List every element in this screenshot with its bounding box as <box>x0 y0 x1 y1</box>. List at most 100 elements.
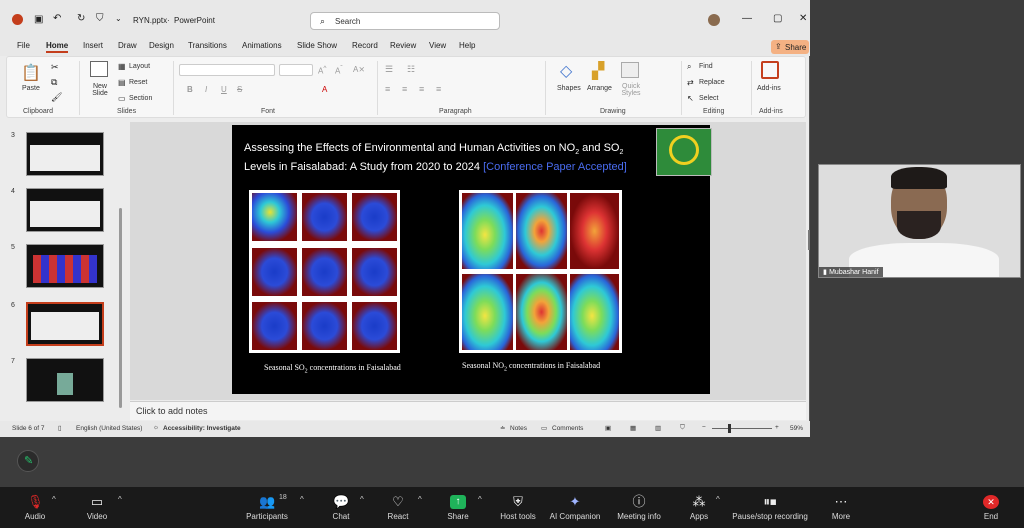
font-size-field[interactable] <box>279 64 313 76</box>
slideshow-icon[interactable]: ⛉ <box>96 13 104 24</box>
slideshow-view-icon[interactable]: ⛉ <box>680 424 685 432</box>
undo-icon[interactable]: ↶ <box>53 13 61 24</box>
notes-pane[interactable]: Click to add notes <box>130 401 806 420</box>
strikethrough-icon[interactable]: S <box>237 85 242 94</box>
audio-button[interactable]: 🎙 Audio <box>0 487 70 528</box>
slide-thumbnail-4[interactable] <box>26 188 104 232</box>
close-icon[interactable]: ✕ <box>799 13 807 24</box>
video-options-icon[interactable]: ^ <box>118 495 122 504</box>
align-left-icon[interactable]: ≡ <box>385 84 390 94</box>
slide-thumbnail-3[interactable] <box>26 132 104 176</box>
restore-icon[interactable]: ▢ <box>773 13 782 24</box>
tab-home[interactable]: Home <box>46 41 69 53</box>
tab-transitions[interactable]: Transitions <box>188 41 227 50</box>
end-button[interactable]: ✕ End <box>956 487 1024 528</box>
notes-button[interactable]: Notes <box>510 425 527 432</box>
bold-icon[interactable]: B <box>187 85 193 94</box>
clear-format-icon[interactable]: A⨯ <box>353 65 365 74</box>
addins-icon[interactable] <box>761 61 779 79</box>
participants-button[interactable]: 👥 Participants <box>232 487 302 528</box>
video-button[interactable]: ▭ Video <box>62 487 132 528</box>
justify-icon[interactable]: ≡ <box>436 84 441 94</box>
layout-button[interactable]: Layout <box>129 63 150 70</box>
react-options-icon[interactable]: ^ <box>418 495 422 504</box>
tab-record[interactable]: Record <box>352 41 378 50</box>
new-slide-icon[interactable] <box>90 61 108 77</box>
language[interactable]: English (United States) <box>76 425 142 432</box>
minimize-icon[interactable]: — <box>742 13 752 24</box>
underline-icon[interactable]: U <box>221 85 227 94</box>
font-name-field[interactable] <box>179 64 275 76</box>
slide-thumbnail-6[interactable] <box>26 302 104 346</box>
italic-icon[interactable]: I <box>205 85 207 94</box>
accessibility-status[interactable]: Accessibility: Investigate <box>163 425 241 432</box>
tab-file[interactable]: File <box>17 41 30 50</box>
more-button[interactable]: ⋯ More <box>806 487 876 528</box>
shrink-font-icon[interactable]: Aˇ <box>335 65 343 76</box>
reset-button[interactable]: Reset <box>129 79 147 86</box>
quick-styles-icon[interactable] <box>621 62 639 78</box>
tab-help[interactable]: Help <box>459 41 475 50</box>
replace-button[interactable]: Replace <box>699 79 725 86</box>
tab-design[interactable]: Design <box>149 41 174 50</box>
slide-thumbnail-7[interactable] <box>26 358 104 402</box>
share-button[interactable]: ⇪ Share <box>771 40 809 54</box>
find-button[interactable]: Find <box>699 63 713 70</box>
stage-scrollbar[interactable] <box>808 230 810 250</box>
font-color-icon[interactable]: A <box>322 85 327 94</box>
save-icon[interactable]: ▣ <box>34 14 43 25</box>
paste-button[interactable]: Paste <box>22 85 40 92</box>
current-slide[interactable]: Assessing the Effects of Environmental a… <box>232 125 712 394</box>
section-button[interactable]: Section <box>129 95 152 102</box>
ai-companion-button[interactable]: ✦ AI Companion <box>540 487 610 528</box>
search-box[interactable]: ⌕ Search <box>310 12 500 30</box>
tab-view[interactable]: View <box>429 41 446 50</box>
tab-insert[interactable]: Insert <box>83 41 103 50</box>
apps-options-icon[interactable]: ^ <box>716 495 720 504</box>
slide-sorter-icon[interactable]: ▦ <box>630 424 636 432</box>
cut-icon[interactable]: ✂ <box>51 62 59 73</box>
tab-draw[interactable]: Draw <box>118 41 137 50</box>
tab-animations[interactable]: Animations <box>242 41 282 50</box>
copy-icon[interactable]: ⧉ <box>51 77 57 88</box>
share-screen-icon: ↑ <box>450 495 466 509</box>
zoom-in-icon[interactable]: + <box>775 424 779 431</box>
customize-icon[interactable]: ⌄ <box>115 14 122 23</box>
share-options-icon[interactable]: ^ <box>478 495 482 504</box>
tab-review[interactable]: Review <box>390 41 416 50</box>
zoom-out-icon[interactable]: − <box>702 424 706 431</box>
audio-options-icon[interactable]: ^ <box>52 495 56 504</box>
spellcheck-icon[interactable]: ▯ <box>58 424 62 432</box>
format-painter-icon[interactable]: 🖌 <box>51 92 62 103</box>
slide-thumbnail-5[interactable] <box>26 244 104 288</box>
thumbnails-scrollbar[interactable] <box>119 208 122 408</box>
shapes-icon[interactable]: ◇ <box>560 61 572 81</box>
align-right-icon[interactable]: ≡ <box>419 84 424 94</box>
paste-icon[interactable]: 📋 <box>21 63 41 83</box>
reading-view-icon[interactable]: ▥ <box>655 424 661 432</box>
select-button[interactable]: Select <box>699 95 718 102</box>
redo-icon[interactable]: ↻ <box>77 13 85 24</box>
normal-view-icon[interactable]: ▣ <box>605 424 611 432</box>
align-center-icon[interactable]: ≡ <box>402 84 407 94</box>
pause-stop-recording-button[interactable]: ⏸⏹ Pause/stop recording <box>724 487 816 528</box>
new-slide-button[interactable]: New Slide <box>87 83 113 97</box>
avatar[interactable] <box>708 14 720 26</box>
accepted-tag: [Conference Paper Accepted] <box>483 161 627 174</box>
addins-button[interactable]: Add-ins <box>757 85 781 92</box>
tab-slide-show[interactable]: Slide Show <box>297 41 337 50</box>
arrange-button[interactable]: Arrange <box>587 85 612 92</box>
bullets-icon[interactable]: ☰ <box>385 64 393 75</box>
zoom-slider-thumb[interactable] <box>728 424 731 433</box>
zoom-level[interactable]: 59% <box>790 425 803 432</box>
quick-styles-button[interactable]: Quick Styles <box>617 83 645 97</box>
comments-button[interactable]: Comments <box>552 425 583 432</box>
arrange-icon[interactable]: ▞ <box>592 61 604 81</box>
annotate-button[interactable]: ✎ <box>17 450 39 472</box>
participant-video[interactable]: ▮ Mubashar Hanif <box>818 164 1021 278</box>
shapes-button[interactable]: Shapes <box>557 85 581 92</box>
grow-font-icon[interactable]: A^ <box>318 65 326 76</box>
zoom-slider[interactable] <box>712 424 772 433</box>
participants-options-icon[interactable]: ^ <box>300 495 304 504</box>
numbering-icon[interactable]: ☷ <box>407 64 415 75</box>
